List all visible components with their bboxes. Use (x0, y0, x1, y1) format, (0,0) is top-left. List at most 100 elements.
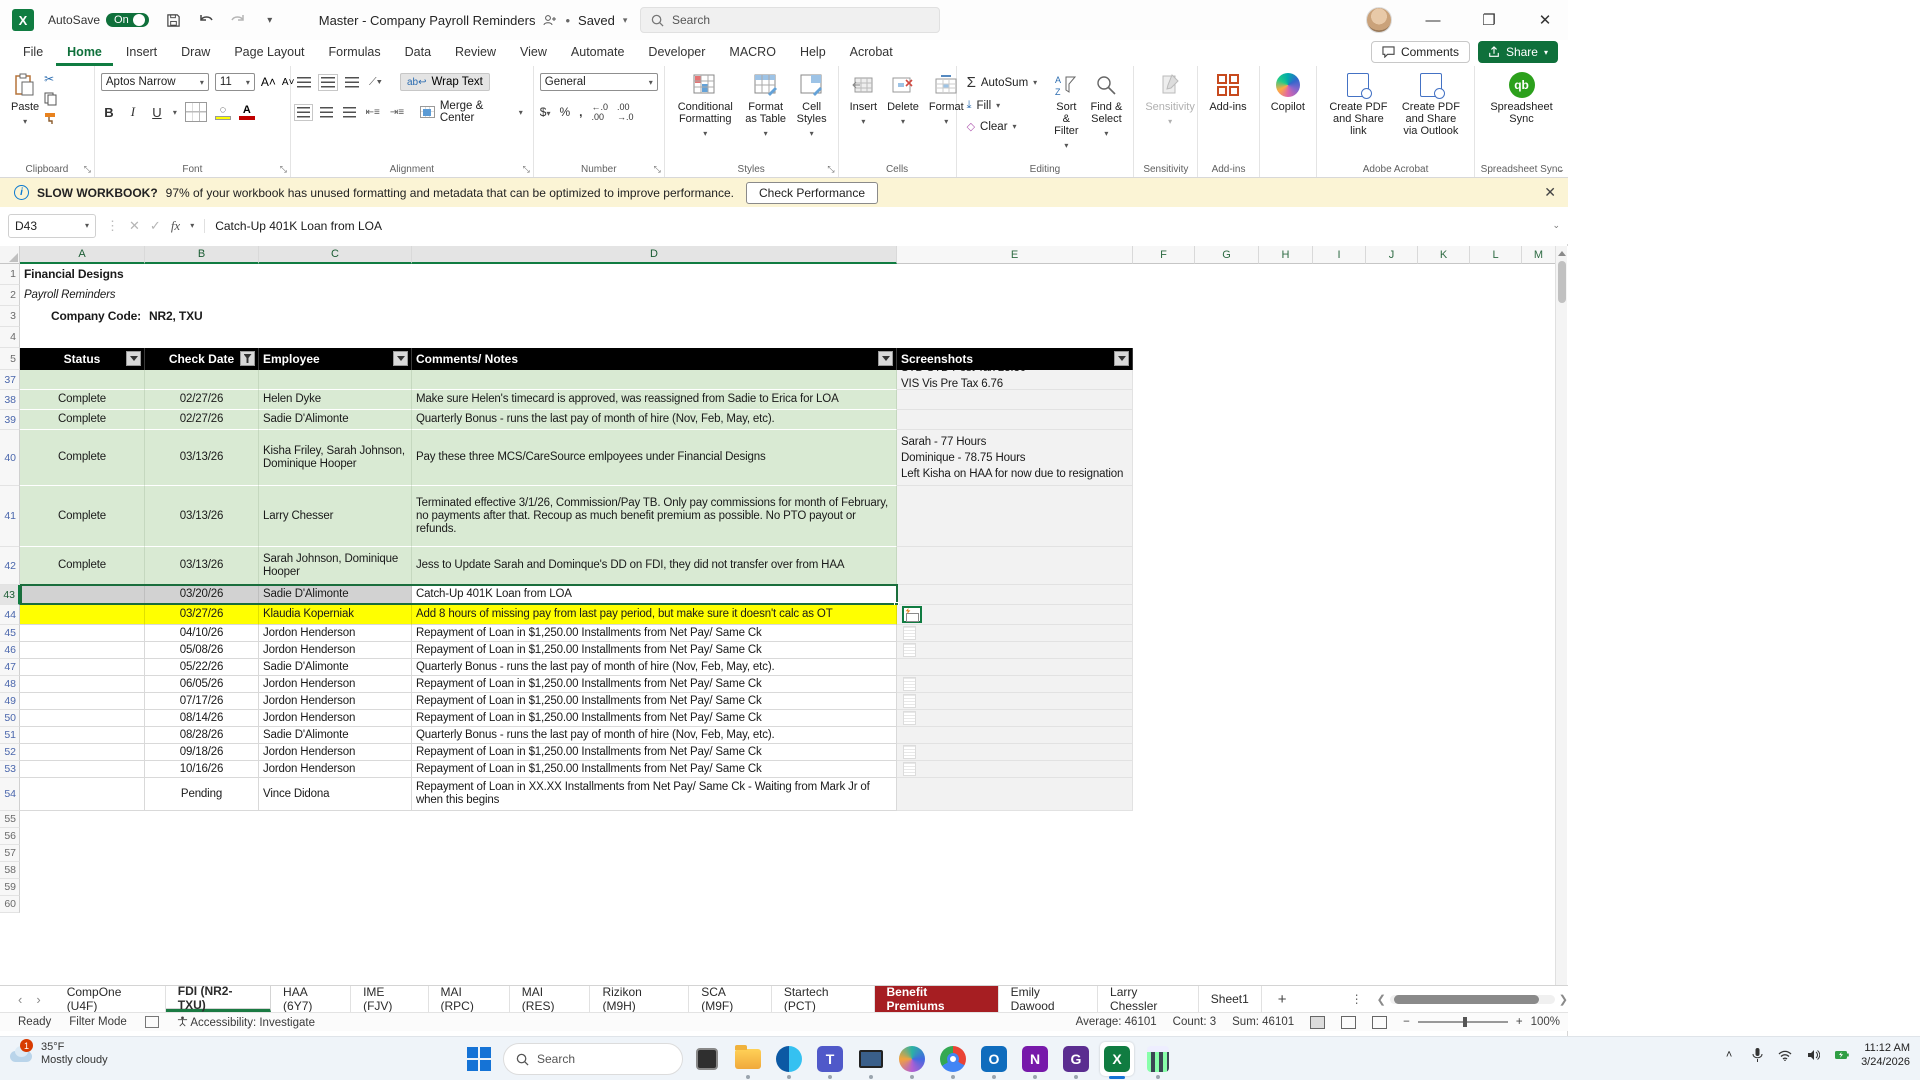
cell-screenshots-38[interactable] (897, 390, 1133, 410)
user-avatar[interactable] (1366, 7, 1392, 33)
page-layout-view-icon[interactable] (1341, 1015, 1357, 1029)
cell-employee-45[interactable]: Jordon Henderson (259, 625, 412, 642)
column-header-l[interactable]: L (1470, 246, 1522, 264)
cell-status-39[interactable]: Complete (20, 410, 145, 430)
cell-date-37[interactable] (145, 370, 259, 390)
weather-widget[interactable]: 1 35°F Mostly cloudy (8, 1039, 108, 1067)
header-status-filter-button[interactable] (126, 351, 141, 366)
vertical-scrollbar[interactable] (1555, 246, 1567, 985)
cell-date-45[interactable]: 04/10/26 (145, 625, 259, 642)
column-header-c[interactable]: C (259, 246, 412, 264)
underline-button[interactable]: U (149, 105, 165, 120)
cell-screenshots-39[interactable] (897, 410, 1133, 430)
cell-notes-50[interactable]: Repayment of Loan in $1,250.00 Installme… (412, 710, 897, 727)
sheet-tab-ime-fjv[interactable]: IME (FJV) (351, 985, 429, 1013)
cell-employee-40[interactable]: Kisha Friley, Sarah Johnson, Dominique H… (259, 430, 412, 486)
menu-tab-review[interactable]: Review (444, 41, 507, 66)
name-box[interactable]: D43 ▾ (8, 213, 96, 238)
cell-status-48[interactable] (20, 676, 145, 693)
cell-employee-38[interactable]: Helen Dyke (259, 390, 412, 410)
start-icon[interactable] (462, 1042, 496, 1076)
menu-tab-help[interactable]: Help (789, 41, 837, 66)
row-number-47[interactable]: 47 (0, 659, 20, 676)
accessibility-status[interactable]: Accessibility: Investigate (177, 1015, 315, 1029)
row-number-38[interactable]: 38 (0, 390, 20, 410)
formula-input[interactable]: Catch-Up 401K Loan from LOA (204, 218, 1544, 233)
cell-status-42[interactable]: Complete (20, 547, 145, 585)
sheet-tab-fdi-nr2-txu[interactable]: FDI (NR2-TXU) (165, 984, 272, 1012)
cell-screenshots-40[interactable]: Sarah - 77 Hours Dominique - 78.75 Hours L… (897, 430, 1133, 486)
menu-tab-file[interactable]: File (12, 41, 54, 66)
row-number-53[interactable]: 53 (0, 761, 20, 778)
microphone-icon[interactable] (1749, 1047, 1765, 1063)
menu-tab-data[interactable]: Data (394, 41, 442, 66)
screenshot-thumbnail-45[interactable] (903, 626, 916, 640)
grow-font-icon[interactable]: A˄ (261, 75, 276, 89)
cell-date-47[interactable]: 05/22/26 (145, 659, 259, 676)
cell-date-49[interactable]: 07/17/26 (145, 693, 259, 710)
enter-icon[interactable]: ✓ (150, 218, 161, 234)
sheet-tab-startech-pct[interactable]: Startech (PCT) (772, 985, 875, 1013)
task-view-icon[interactable] (690, 1042, 724, 1076)
new-sheet-button[interactable]: + (1262, 986, 1303, 1012)
row-number-60[interactable]: 60 (0, 896, 20, 913)
page-break-view-icon[interactable] (1372, 1015, 1388, 1029)
wifi-icon[interactable] (1777, 1047, 1793, 1063)
cell-screenshots-37[interactable]: STD STD Post Tax 23.30VIS Vis Pre Tax 6.… (897, 370, 1133, 390)
bold-button[interactable]: B (101, 105, 117, 120)
cell-screenshots-46[interactable] (897, 642, 1133, 659)
cell-employee-37[interactable] (259, 370, 412, 390)
fill-color-icon[interactable]: ◌ (214, 104, 231, 120)
select-all-corner[interactable] (0, 246, 20, 264)
autosave-toggle[interactable]: On (106, 13, 149, 27)
cell-date-39[interactable]: 02/27/26 (145, 410, 259, 430)
row-number-51[interactable]: 51 (0, 727, 20, 744)
formula-bar-expand-icon[interactable]: ⌄ (1552, 220, 1560, 231)
row-number-3[interactable]: 3 (0, 306, 20, 327)
create-pdf-outlook-button[interactable]: Create PDF and Share via Outlook (1394, 70, 1468, 139)
decrease-decimal-icon[interactable]: .00 →.0 (617, 102, 634, 122)
cell-employee-41[interactable]: Larry Chesser (259, 486, 412, 547)
hscroll-right-icon[interactable]: ❯ (1559, 993, 1568, 1006)
sheet-tab-haa-6y7[interactable]: HAA (6Y7) (271, 985, 352, 1013)
row-number-45[interactable]: 45 (0, 625, 20, 642)
column-header-e[interactable]: E (897, 246, 1133, 264)
row-number-43[interactable]: 43 (0, 585, 20, 605)
header-employee-filter-button[interactable] (393, 351, 408, 366)
teams-icon[interactable]: T (813, 1042, 847, 1079)
cell-notes-47[interactable]: Quarterly Bonus - runs the last pay of m… (412, 659, 897, 676)
sort-filter-button[interactable]: AZ Sort & Filter ▾ (1047, 70, 1085, 154)
cell-date-44[interactable]: 03/27/26 (145, 605, 259, 625)
excel-app-icon[interactable]: X (12, 9, 34, 31)
fx-chevron[interactable]: ▾ (190, 221, 194, 230)
addins-button[interactable]: Add-ins (1204, 70, 1251, 115)
excel-icon[interactable]: X (1100, 1042, 1134, 1079)
cell-notes-37[interactable] (412, 370, 897, 390)
warning-close-icon[interactable]: ✕ (1544, 184, 1556, 201)
purple-g-app-icon[interactable]: G (1059, 1042, 1093, 1079)
sheet-more-icon[interactable]: ⋮ (1343, 986, 1371, 1012)
cell-status-41[interactable]: Complete (20, 486, 145, 547)
fill-button[interactable]: ⤓ Fill ▾ (963, 97, 1042, 114)
cell-status-49[interactable] (20, 693, 145, 710)
row-number-2[interactable]: 2 (0, 285, 20, 306)
cell-notes-40[interactable]: Pay these three MCS/CareSource emlpoyees… (412, 430, 897, 486)
menu-tab-page-layout[interactable]: Page Layout (223, 41, 315, 66)
macro-record-icon[interactable] (144, 1016, 159, 1028)
row-number-44[interactable]: 44 (0, 605, 20, 625)
copilot-button[interactable]: Copilot (1266, 70, 1310, 115)
volume-icon[interactable] (1805, 1047, 1821, 1063)
column-header-m[interactable]: M (1522, 246, 1556, 264)
cell-status-54[interactable] (20, 778, 145, 811)
column-header-a[interactable]: A (20, 246, 145, 264)
screenshot-thumbnail-53[interactable] (903, 762, 916, 776)
cell-status-44[interactable] (20, 605, 145, 625)
status-sum[interactable]: Sum: 46101 (1232, 1016, 1294, 1028)
menu-tab-automate[interactable]: Automate (560, 41, 636, 66)
sheet-tab-benefit-premiums[interactable]: Benefit Premiums (874, 985, 999, 1013)
cell-screenshots-51[interactable] (897, 727, 1133, 744)
cell-employee-42[interactable]: Sarah Johnson, Dominique Hooper (259, 547, 412, 585)
cell-status-52[interactable] (20, 744, 145, 761)
menu-tab-acrobat[interactable]: Acrobat (839, 41, 904, 66)
cell-date-51[interactable]: 08/28/26 (145, 727, 259, 744)
